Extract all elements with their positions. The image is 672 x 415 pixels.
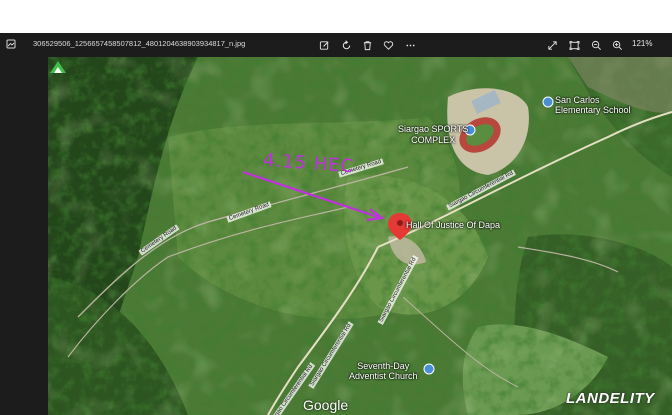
adventist-church-label: Seventh-Day Adventist Church bbox=[349, 361, 418, 381]
edit-button[interactable] bbox=[316, 37, 332, 53]
google-logo: Google bbox=[303, 397, 349, 413]
file-name: 306529506_1256657458507812_4801204638903… bbox=[33, 39, 246, 48]
fit-icon bbox=[569, 40, 579, 50]
landelity-watermark: LANDELITY bbox=[566, 390, 655, 407]
expand-button[interactable] bbox=[544, 37, 560, 53]
expand-icon bbox=[547, 40, 557, 50]
siargao-sports-complex-label: Siargao SPORTS COMPLEX bbox=[398, 124, 469, 145]
zoom-out-button[interactable] bbox=[588, 37, 604, 53]
zoom-out-icon bbox=[591, 40, 601, 50]
image-canvas[interactable]: San Carlos Elementary School Siargao SPO… bbox=[48, 57, 672, 415]
favorite-button[interactable] bbox=[380, 37, 396, 53]
landelity-logo-icon bbox=[50, 61, 66, 73]
photo-viewer-toolbar: 306529506_1256657458507812_4801204638903… bbox=[0, 33, 672, 57]
rotate-button[interactable] bbox=[338, 37, 354, 53]
zoom-in-button[interactable] bbox=[609, 37, 625, 53]
san-carlos-school-label: San Carlos Elementary School bbox=[555, 95, 631, 115]
zoom-in-icon bbox=[612, 40, 622, 50]
fit-to-window-button[interactable] bbox=[566, 37, 582, 53]
delete-button[interactable] bbox=[359, 37, 375, 53]
more-button[interactable] bbox=[402, 37, 418, 53]
title-bar-area bbox=[0, 0, 672, 33]
zoom-level[interactable]: 121% bbox=[632, 39, 652, 48]
file-icon[interactable] bbox=[6, 39, 16, 49]
rotate-icon bbox=[342, 39, 350, 49]
hall-of-justice-label: Hall Of Justice Of Dapa bbox=[406, 220, 501, 230]
viewer-left-margin bbox=[0, 57, 48, 415]
edit-icon bbox=[319, 40, 329, 50]
favorite-icon bbox=[383, 40, 393, 50]
delete-icon bbox=[363, 40, 371, 50]
more-icon bbox=[405, 44, 415, 46]
